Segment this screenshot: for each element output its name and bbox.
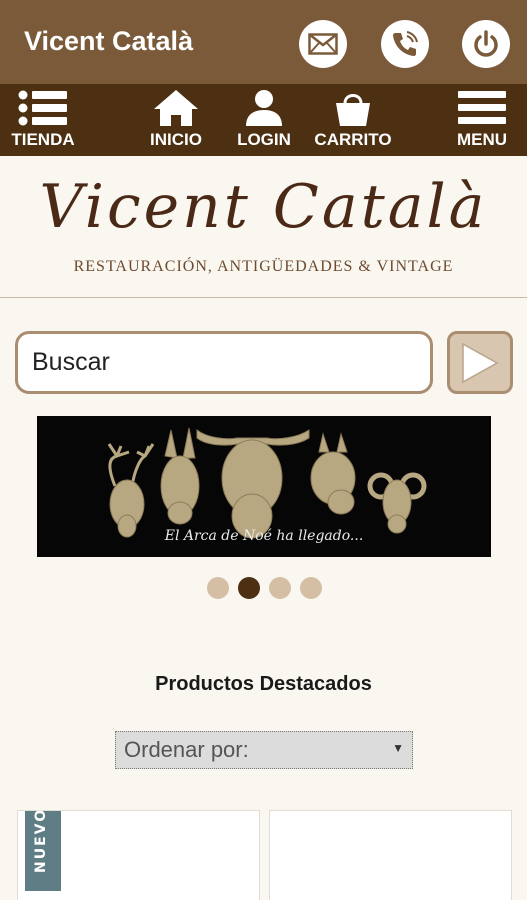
brand-tagline: RESTAURACIÓN, ANTIGÜEDADES & VINTAGE [73,258,454,275]
promo-banner[interactable]: El Arca de Noé ha llegado... [37,416,491,557]
list-icon [18,90,67,126]
main-nav-bar: TIENDA INICIO LOGIN CARRITO MENU [0,84,527,156]
mail-button[interactable] [299,20,347,68]
nav-carrito[interactable]: CARRITO [313,84,393,156]
nav-label: CARRITO [314,130,392,149]
home-icon [154,90,198,126]
nav-tienda[interactable]: TIENDA [8,84,78,156]
slider-dot[interactable] [300,577,322,599]
banner-caption: El Arca de Noé ha llegado... [164,528,364,544]
search-input[interactable] [15,331,433,394]
nav-menu[interactable]: MENU [452,84,512,156]
top-app-bar: Vicent Català [0,0,527,84]
slider-dot[interactable] [207,577,229,599]
new-badge: NUEVO [25,807,61,891]
brand-logo: Vicent Català [39,172,488,242]
featured-products-title: Productos Destacados [155,673,372,695]
basket-icon [336,94,370,126]
new-badge-label: NUEVO [33,807,49,873]
slider-pagination [0,577,527,601]
hamburger-icon [458,91,506,124]
play-arrow-icon [462,342,499,383]
power-icon [474,30,498,57]
search-button[interactable] [447,331,513,394]
slider-dot[interactable] [269,577,291,599]
dropdown-arrow-icon: ▼ [392,741,404,755]
nav-inicio[interactable]: INICIO [146,84,206,156]
product-card[interactable]: NUEVO [17,807,260,900]
nav-label: INICIO [150,130,202,149]
nav-label: TIENDA [11,130,75,149]
logout-button[interactable] [462,20,510,68]
brand-header: Vicent Català RESTAURACIÓN, ANTIGÜEDADES… [0,156,527,298]
sort-dropdown[interactable]: Ordenar por: ▼ [115,731,413,769]
nav-label: LOGIN [237,130,291,149]
mail-icon [308,33,338,55]
nav-login[interactable]: LOGIN [234,84,294,156]
sort-dropdown-value: Ordenar por: [124,737,249,762]
slider-dot-active[interactable] [238,577,260,599]
app-title: Vicent Català [24,26,194,56]
phone-button[interactable] [381,20,429,68]
nav-label: MENU [456,130,508,149]
product-card[interactable] [269,810,512,900]
user-icon [246,90,282,126]
phone-icon [393,31,418,56]
